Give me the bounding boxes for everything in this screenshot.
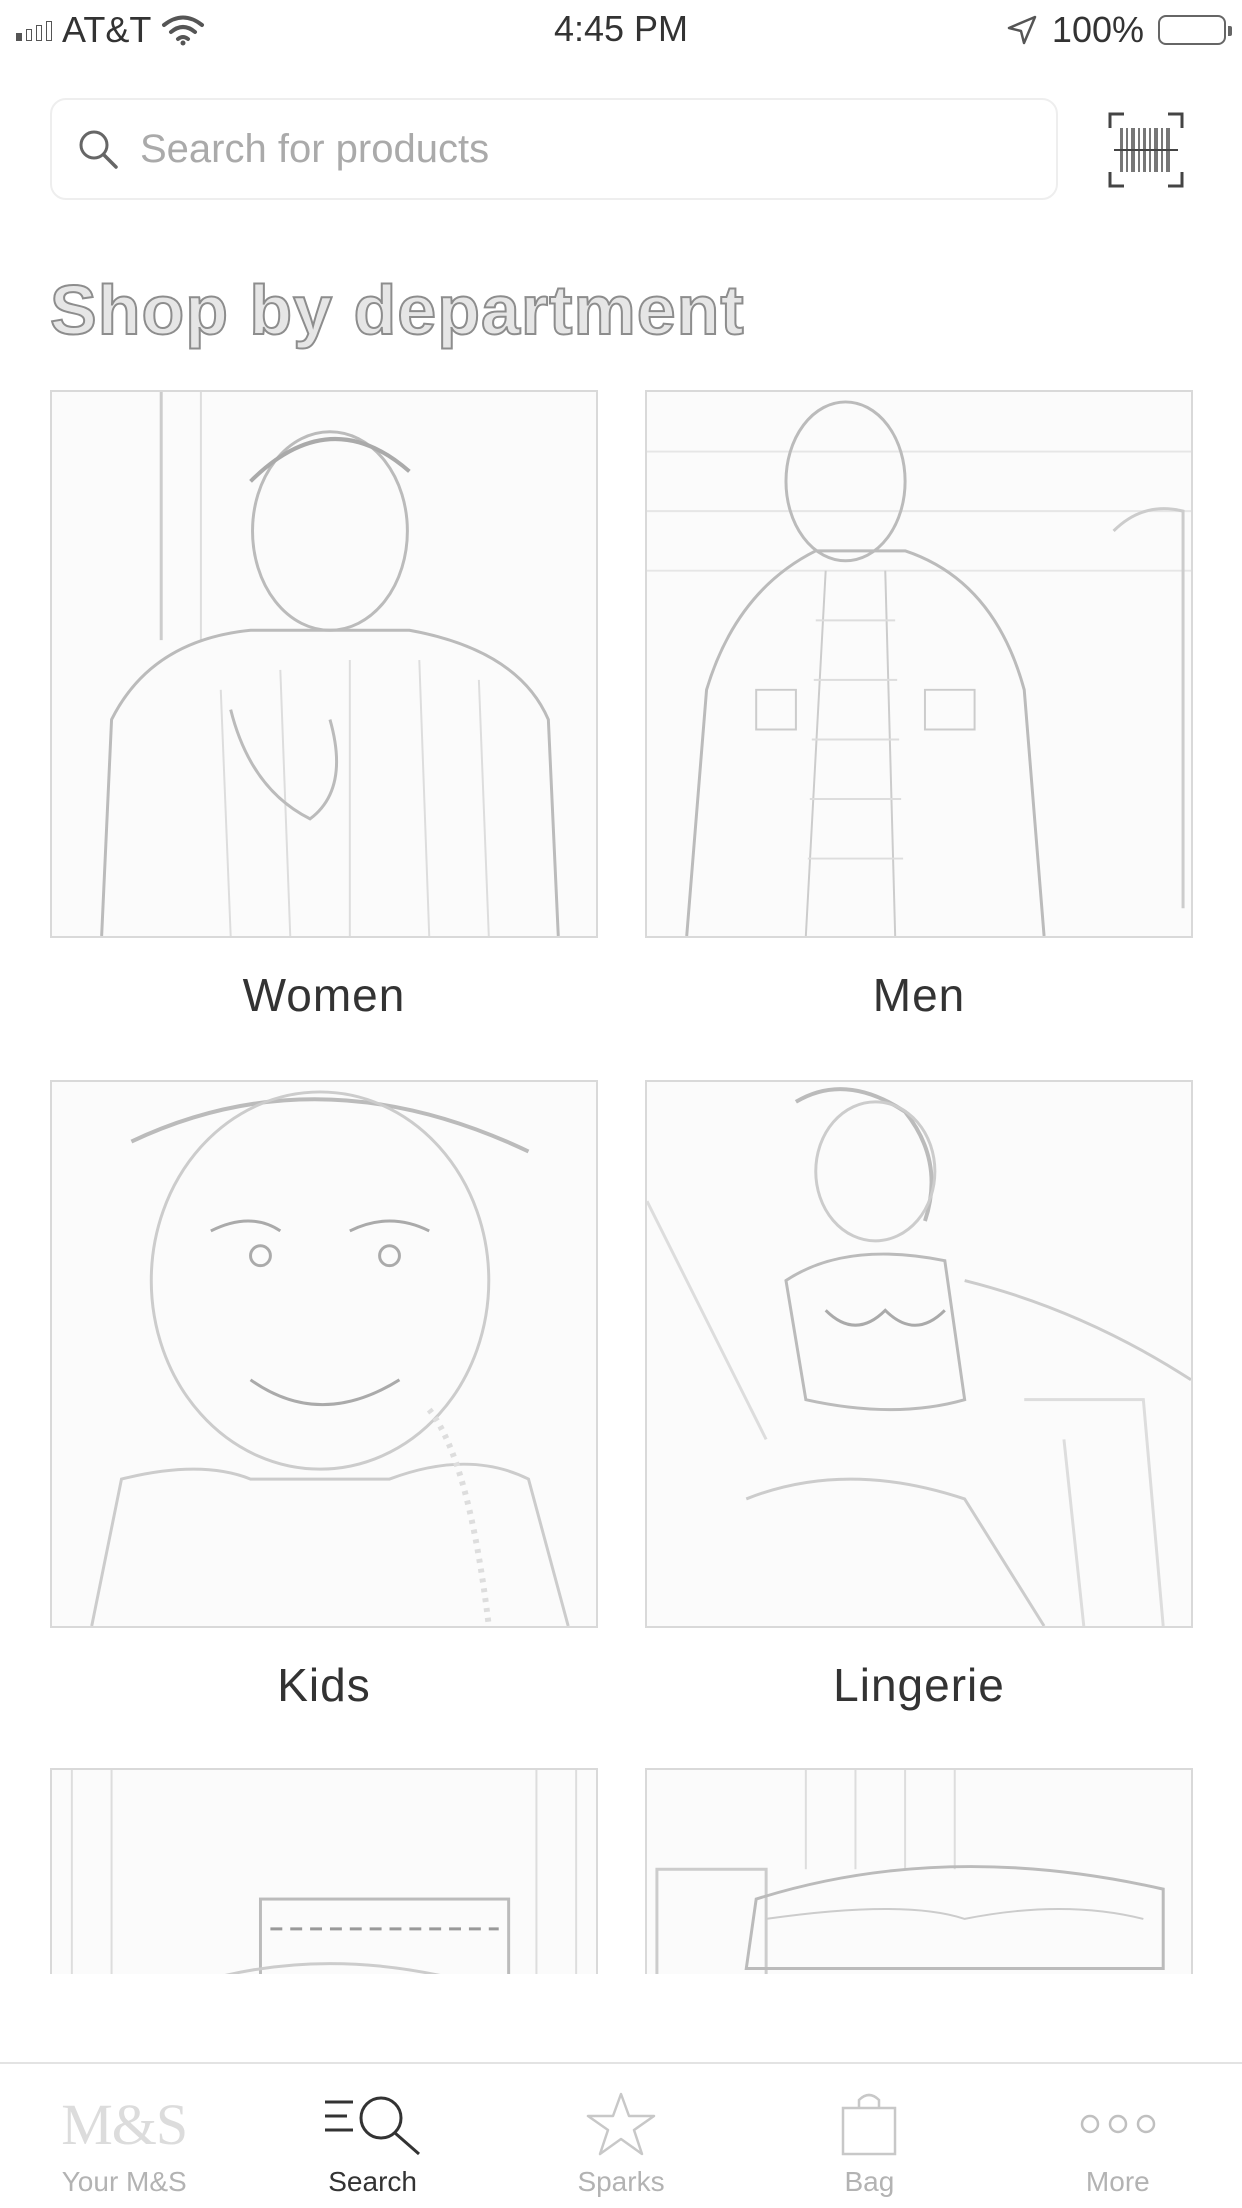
department-image — [50, 390, 598, 938]
search-icon — [79, 130, 118, 169]
department-label: Women — [242, 969, 406, 1021]
ms-logo-icon: M&S — [61, 2091, 188, 2157]
department-card-men[interactable]: Men — [645, 390, 1193, 1022]
tab-label: Bag — [844, 2166, 895, 2197]
tab-label: Search — [328, 2166, 417, 2197]
tab-more[interactable]: More — [994, 2064, 1242, 2208]
search-input[interactable] — [138, 125, 1022, 173]
battery-percent: 100% — [1051, 9, 1144, 50]
women-photo-sketch — [100, 392, 560, 936]
search-list-icon — [323, 2092, 423, 2156]
department-label: Men — [872, 969, 966, 1021]
department-image — [50, 1080, 598, 1628]
tab-label: Your M&S — [61, 2166, 187, 2197]
search-box[interactable] — [50, 98, 1058, 200]
department-label: Kids — [277, 1659, 371, 1711]
department-card-lingerie[interactable]: Lingerie — [645, 1080, 1193, 1712]
bedroom-photo-sketch — [70, 1770, 578, 1974]
department-card-kids[interactable]: Kids — [50, 1080, 598, 1712]
tab-your-ms[interactable]: M&S Your M&S — [0, 2064, 248, 2208]
barcode-scan-icon[interactable] — [1106, 110, 1186, 190]
department-image — [645, 1768, 1193, 1974]
department-label: Lingerie — [833, 1659, 1005, 1711]
tab-label: More — [1085, 2166, 1150, 2197]
tab-sparks[interactable]: Sparks — [497, 2064, 745, 2208]
location-arrow-icon — [1007, 15, 1037, 45]
more-dots-icon — [1078, 2092, 1158, 2156]
department-image — [645, 1080, 1193, 1628]
tab-search[interactable]: Search — [248, 2064, 496, 2208]
lingerie-photo-sketch — [647, 1087, 1191, 1626]
star-icon — [586, 2092, 656, 2156]
department-card-home[interactable] — [50, 1768, 598, 1974]
department-image — [50, 1768, 598, 1974]
tab-bar: M&S Your M&S Search Sparks Bag More — [0, 2062, 1242, 2208]
kids-photo-sketch — [90, 1090, 570, 1626]
ms-logo-text: M&S — [61, 2091, 188, 2157]
department-card-women[interactable]: Women — [50, 390, 598, 1022]
tab-bag[interactable]: Bag — [745, 2064, 993, 2208]
battery-icon — [1158, 15, 1232, 45]
department-image — [645, 390, 1193, 938]
sofa-photo-sketch — [655, 1770, 1165, 1974]
men-photo-sketch — [647, 400, 1191, 936]
status-bar: AT&T 4:45 PM 100% — [0, 0, 1242, 60]
tab-label: Sparks — [577, 2166, 665, 2197]
battery-fill — [1163, 20, 1221, 40]
status-right: 100% — [1006, 8, 1232, 52]
department-card-furniture[interactable] — [645, 1768, 1193, 1974]
section-title: Shop by department — [49, 270, 745, 350]
bag-icon — [839, 2092, 899, 2156]
